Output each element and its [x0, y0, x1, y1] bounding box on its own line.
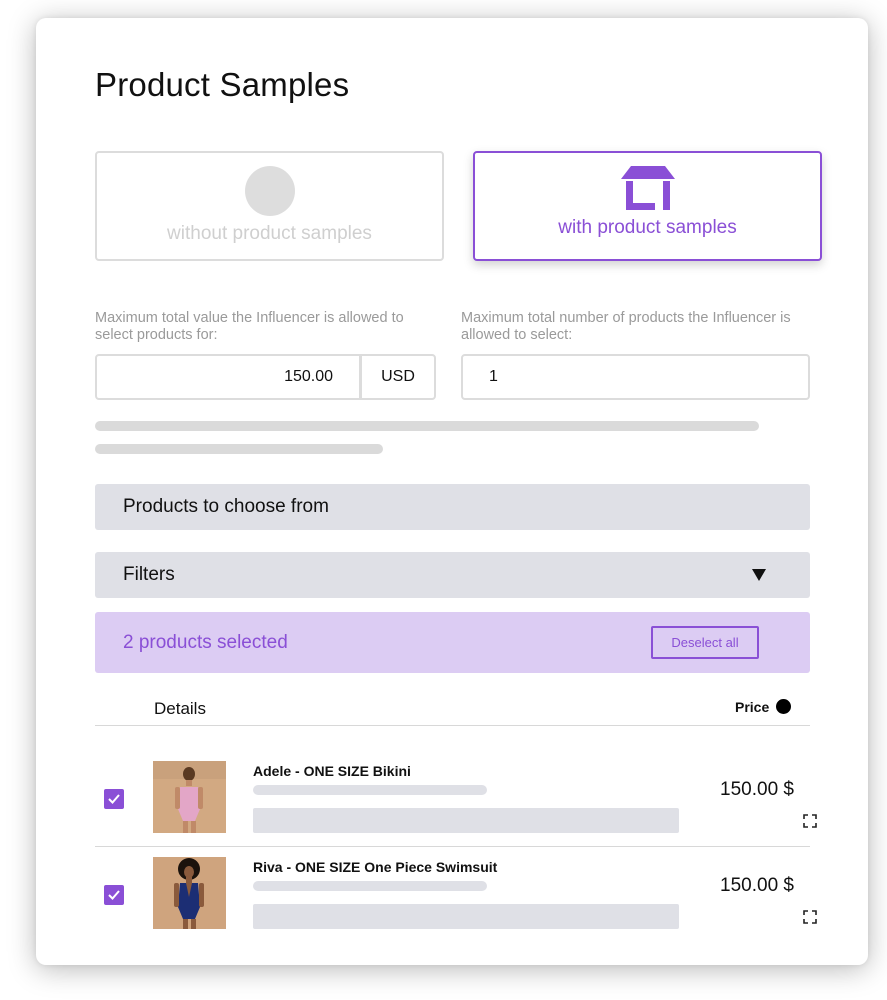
table-row: Riva - ONE SIZE One Piece Swimsuit 150.0… — [95, 857, 817, 953]
max-count-label: Maximum total number of products the Inf… — [461, 310, 791, 343]
triangle-down-icon — [752, 569, 766, 581]
table-row: Adele - ONE SIZE Bikini 150.00 $ — [95, 761, 817, 857]
product-name: Riva - ONE SIZE One Piece Swimsuit — [253, 859, 498, 875]
check-icon — [108, 890, 120, 900]
max-value-label: Maximum total value the Influencer is al… — [95, 310, 404, 343]
products-section-header: Products to choose from — [95, 484, 810, 530]
filters-label: Filters — [123, 564, 175, 585]
product-details-field — [253, 904, 817, 929]
filters-toggle[interactable]: Filters — [95, 552, 810, 598]
skeleton-line — [95, 444, 383, 454]
skeleton-line — [95, 421, 759, 431]
option-without-samples-label: without product samples — [167, 223, 372, 244]
product-details-field — [253, 808, 817, 833]
storefront-icon — [620, 166, 675, 210]
row-checkbox[interactable] — [104, 885, 124, 905]
table-header-divider — [95, 725, 810, 726]
max-count-input[interactable]: 1 — [461, 354, 810, 400]
row-checkbox[interactable] — [104, 789, 124, 809]
sort-dot-icon[interactable] — [776, 699, 791, 714]
currency-select[interactable]: USD — [360, 354, 436, 400]
product-thumbnail — [153, 857, 226, 929]
placeholder-circle-icon — [244, 166, 295, 216]
price-column-header[interactable]: Price — [735, 699, 769, 715]
selection-summary: 2 products selected — [123, 632, 288, 653]
option-with-samples-label: with product samples — [558, 217, 737, 238]
product-thumbnail — [153, 761, 226, 833]
expand-icon[interactable] — [803, 910, 817, 924]
selection-banner: 2 products selected Deselect all — [95, 612, 810, 673]
product-price: 150.00 $ — [720, 875, 794, 896]
product-price: 150.00 $ — [720, 779, 794, 800]
product-samples-card: Product Samples without product samples … — [36, 18, 868, 965]
skeleton-line — [253, 881, 487, 891]
option-with-samples[interactable]: with product samples — [473, 151, 822, 261]
product-name: Adele - ONE SIZE Bikini — [253, 763, 411, 779]
max-value-input[interactable]: 150.00 — [95, 354, 361, 400]
option-without-samples[interactable]: without product samples — [95, 151, 444, 261]
details-column-header: Details — [154, 699, 206, 718]
skeleton-line — [253, 785, 487, 795]
page-title: Product Samples — [95, 66, 350, 103]
row-divider — [95, 846, 810, 847]
expand-icon[interactable] — [803, 814, 817, 828]
check-icon — [108, 794, 120, 804]
deselect-all-button[interactable]: Deselect all — [651, 626, 759, 659]
